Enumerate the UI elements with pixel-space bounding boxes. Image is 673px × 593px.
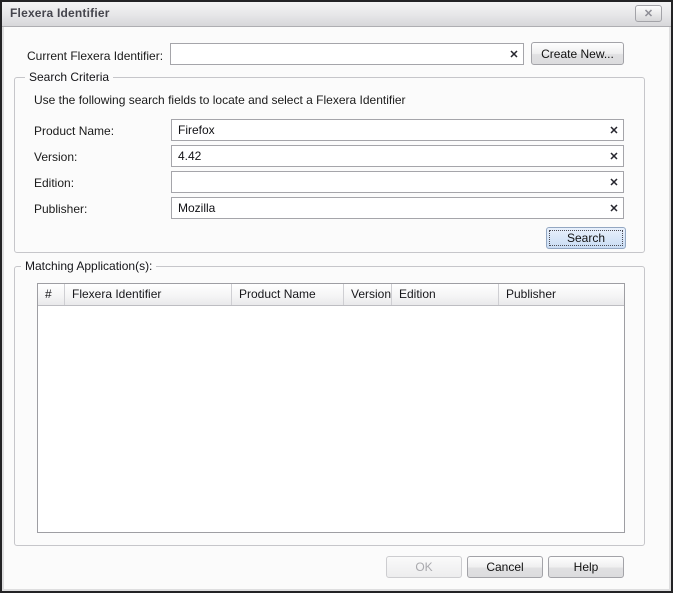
product-name-label: Product Name: bbox=[34, 121, 114, 141]
version-input[interactable] bbox=[172, 146, 605, 166]
product-name-input[interactable] bbox=[172, 120, 605, 140]
column-header-number[interactable]: # bbox=[38, 284, 65, 305]
search-instruction: Use the following search fields to locat… bbox=[34, 90, 406, 110]
window-title: Flexera Identifier bbox=[10, 6, 110, 20]
clear-icon[interactable]: ✕ bbox=[505, 48, 523, 61]
current-identifier-label: Current Flexera Identifier: bbox=[27, 46, 163, 66]
search-button[interactable]: Search bbox=[546, 227, 626, 249]
create-new-button[interactable]: Create New... bbox=[531, 42, 624, 65]
clear-icon[interactable]: ✕ bbox=[605, 150, 623, 163]
flexera-identifier-dialog: Flexera Identifier ✕ Current Flexera Ide… bbox=[0, 0, 673, 593]
publisher-field: ✕ bbox=[171, 197, 624, 219]
column-header-version[interactable]: Version bbox=[344, 284, 392, 305]
clear-icon[interactable]: ✕ bbox=[605, 176, 623, 189]
search-criteria-legend: Search Criteria bbox=[25, 69, 113, 85]
edition-label: Edition: bbox=[34, 173, 74, 193]
edition-field: ✕ bbox=[171, 171, 624, 193]
version-label: Version: bbox=[34, 147, 77, 167]
matching-applications-table: # Flexera Identifier Product Name Versio… bbox=[37, 283, 625, 533]
publisher-label: Publisher: bbox=[34, 199, 87, 219]
current-identifier-input[interactable] bbox=[171, 44, 505, 64]
current-identifier-field: ✕ bbox=[170, 43, 524, 65]
column-header-flexera-identifier[interactable]: Flexera Identifier bbox=[65, 284, 232, 305]
version-field: ✕ bbox=[171, 145, 624, 167]
clear-icon[interactable]: ✕ bbox=[605, 124, 623, 137]
table-header: # Flexera Identifier Product Name Versio… bbox=[38, 284, 624, 306]
cancel-button[interactable]: Cancel bbox=[467, 556, 543, 578]
close-icon: ✕ bbox=[644, 8, 653, 20]
help-button[interactable]: Help bbox=[548, 556, 624, 578]
column-header-publisher[interactable]: Publisher bbox=[499, 284, 624, 305]
column-header-product-name[interactable]: Product Name bbox=[232, 284, 344, 305]
matching-applications-group: Matching Application(s): # Flexera Ident… bbox=[14, 266, 645, 546]
ok-button: OK bbox=[386, 556, 462, 578]
publisher-input[interactable] bbox=[172, 198, 605, 218]
matching-applications-legend: Matching Application(s): bbox=[21, 258, 156, 274]
close-button[interactable]: ✕ bbox=[635, 5, 662, 22]
product-name-field: ✕ bbox=[171, 119, 624, 141]
titlebar: Flexera Identifier bbox=[2, 2, 671, 27]
search-criteria-group: Search Criteria Use the following search… bbox=[14, 77, 645, 253]
clear-icon[interactable]: ✕ bbox=[605, 202, 623, 215]
edition-input[interactable] bbox=[172, 172, 605, 192]
table-body[interactable] bbox=[38, 306, 624, 532]
column-header-edition[interactable]: Edition bbox=[392, 284, 499, 305]
